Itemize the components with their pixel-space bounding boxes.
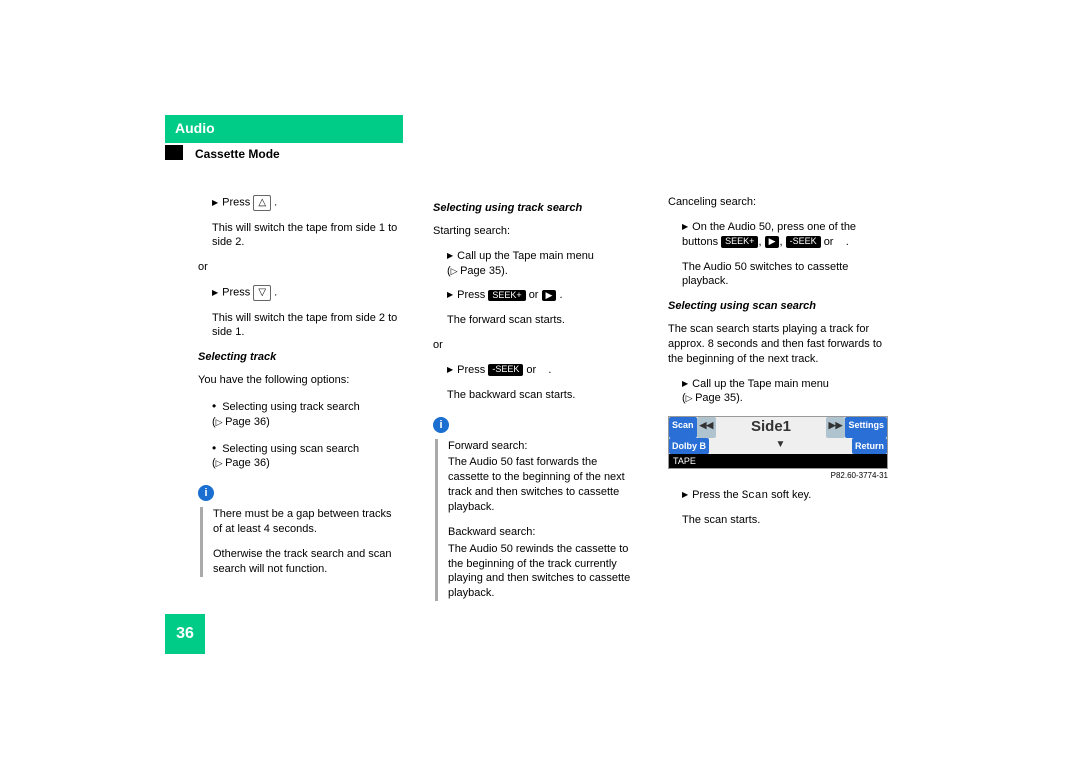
page-header: Audio Cassette Mode xyxy=(165,115,403,162)
body-text: This will switch the tape from side 1 to… xyxy=(198,221,403,251)
content-area: Press △ . This will switch the tape from… xyxy=(198,195,923,613)
info-subtitle: Backward search: xyxy=(448,525,638,540)
list-item: Selecting using track search(Page 36) xyxy=(198,398,403,430)
figure-code: P82.60-3774-31 xyxy=(668,471,888,482)
step: Call up the Tape main menu(Page 35). xyxy=(668,377,888,407)
seek-plus-key: SEEK+ xyxy=(488,290,525,302)
seek-minus-key: -SEEK xyxy=(488,364,523,376)
fwd-key-icon: ▶ xyxy=(542,290,557,302)
body-text: Starting search: xyxy=(433,224,638,239)
step: Call up the Tape main menu(Page 35). xyxy=(433,249,638,279)
section-title: Audio xyxy=(165,115,403,143)
or-label: or xyxy=(198,260,403,275)
seek-minus-key: -SEEK xyxy=(786,236,821,248)
info-subtitle: Forward search: xyxy=(448,439,638,454)
subheading: Selecting using track search xyxy=(433,201,638,216)
info-text: The Audio 50 rewinds the cassette to the… xyxy=(448,542,638,601)
list-item: Selecting using scan search(Page 36) xyxy=(198,440,403,472)
manual-page: Audio Cassette Mode Press △ . This will … xyxy=(0,0,1080,763)
body-text: This will switch the tape from side 2 to… xyxy=(198,311,403,341)
body-text: The Audio 50 switches to cassette playba… xyxy=(668,260,888,290)
body-text: The backward scan starts. xyxy=(433,388,638,403)
softkey-return: Return xyxy=(852,438,887,454)
info-icon: i xyxy=(433,417,449,433)
step: Press SEEK+ or ▶ . xyxy=(433,288,638,303)
display-source: TAPE xyxy=(669,454,887,468)
body-text: The scan starts. xyxy=(668,513,888,528)
display-figure: Scan ◀◀ Side1 ▶▶ Settings Dolby B ▼ Retu… xyxy=(668,416,888,469)
column-3: Canceling search: On the Audio 50, press… xyxy=(668,195,888,613)
step: On the Audio 50, press one of the button… xyxy=(668,220,888,250)
page-number: 36 xyxy=(165,614,205,654)
info-box: There must be a gap between tracks of at… xyxy=(200,507,403,576)
subtitle-marker xyxy=(165,145,183,160)
down-button-icon: ▽ xyxy=(253,285,271,301)
softkey-dolby: Dolby B xyxy=(669,438,709,454)
column-1: Press △ . This will switch the tape from… xyxy=(198,195,403,613)
column-2: Selecting using track search Starting se… xyxy=(433,195,638,613)
softkey-settings: Settings xyxy=(845,417,887,437)
info-text: The Audio 50 fast forwards the cassette … xyxy=(448,455,638,514)
up-button-icon: △ xyxy=(253,195,271,211)
fwd-key-icon: ▶ xyxy=(765,236,780,248)
softkey-scan: Scan xyxy=(669,417,697,437)
rewind-icon: ◀◀ xyxy=(697,417,717,437)
info-text: Otherwise the track search and scan sear… xyxy=(213,547,403,577)
body-text: Canceling search: xyxy=(668,195,888,210)
subheading: Selecting track xyxy=(198,350,403,365)
body-text: The scan search starts playing a track f… xyxy=(668,322,888,367)
spacer: ▼ xyxy=(709,438,852,454)
body-text: The forward scan starts. xyxy=(433,313,638,328)
display-side: Side1 xyxy=(716,417,825,437)
info-box: Forward search: The Audio 50 fast forwar… xyxy=(435,439,638,601)
info-icon: i xyxy=(198,485,214,501)
info-text: There must be a gap between tracks of at… xyxy=(213,507,403,537)
body-text: You have the following options: xyxy=(198,373,403,388)
ffwd-icon: ▶▶ xyxy=(826,417,846,437)
seek-plus-key: SEEK+ xyxy=(721,236,758,248)
step: Press -SEEK or . xyxy=(433,363,638,378)
subheading: Selecting using scan search xyxy=(668,299,888,314)
step: Press the Scan soft key. xyxy=(668,488,888,504)
step: Press △ . xyxy=(198,195,403,211)
or-label: or xyxy=(433,338,638,353)
page-subtitle: Cassette Mode xyxy=(195,145,280,162)
step: Press ▽ . xyxy=(198,285,403,301)
